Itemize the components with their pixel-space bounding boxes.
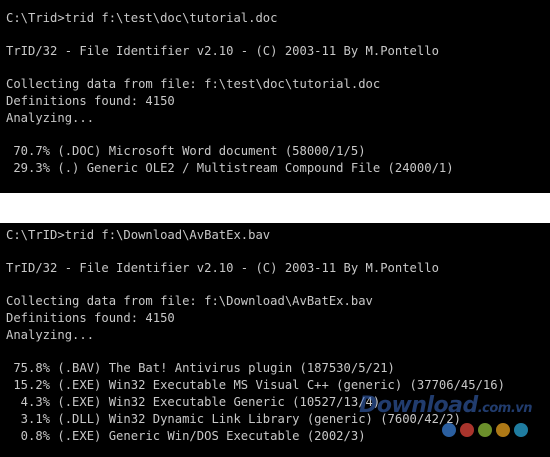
watermark-text: Download.com.vn xyxy=(359,395,533,417)
console-line: 29.3% (.) Generic OLE2 / Multistream Com… xyxy=(6,161,454,175)
console-line: C:\Trid>trid f:\test\doc\tutorial.doc xyxy=(6,11,278,25)
console-output-trid-bav: C:\TrID>trid f:\Download\AvBatEx.bav TrI… xyxy=(0,223,550,457)
console-line: Definitions found: 4150 xyxy=(6,311,175,325)
watermark-dot-icon xyxy=(496,423,510,437)
watermark-suffix: .com.vn xyxy=(477,401,533,416)
watermark-dot-icon xyxy=(478,423,492,437)
watermark-dot-icon xyxy=(442,423,456,437)
download-watermark-logo: Download.com.vn xyxy=(354,395,544,447)
console-line: TrID/32 - File Identifier v2.10 - (C) 20… xyxy=(6,44,439,58)
console-line: 15.2% (.EXE) Win32 Executable MS Visual … xyxy=(6,378,505,392)
watermark-dot-icon xyxy=(514,423,528,437)
watermark-brand: Download xyxy=(359,393,478,418)
console-line: C:\TrID>trid f:\Download\AvBatEx.bav xyxy=(6,228,271,242)
console-line: Definitions found: 4150 xyxy=(6,94,175,108)
console-line: Analyzing... xyxy=(6,328,95,342)
watermark-dot-icon xyxy=(460,423,474,437)
watermark-dots xyxy=(442,423,528,437)
console-output-trid-doc: C:\Trid>trid f:\test\doc\tutorial.doc Tr… xyxy=(0,0,550,193)
console-line: 75.8% (.BAV) The Bat! Antivirus plugin (… xyxy=(6,361,395,375)
console-line: TrID/32 - File Identifier v2.10 - (C) 20… xyxy=(6,261,439,275)
console-line: Collecting data from file: f:\test\doc\t… xyxy=(6,77,381,91)
console-line: Analyzing... xyxy=(6,111,95,125)
console-line: 70.7% (.DOC) Microsoft Word document (58… xyxy=(6,144,366,158)
console-line: Collecting data from file: f:\Download\A… xyxy=(6,294,373,308)
